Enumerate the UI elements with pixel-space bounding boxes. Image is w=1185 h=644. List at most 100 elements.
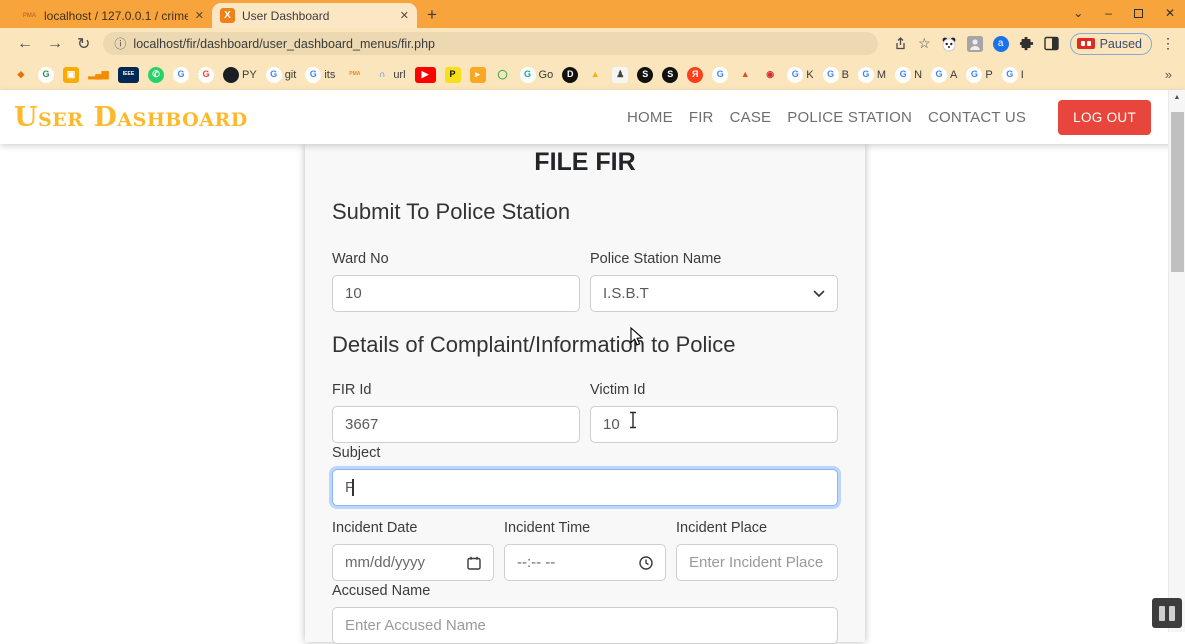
bookmark-google-its-icon[interactable]: Gits — [305, 67, 335, 83]
panda-extension-icon[interactable] — [941, 36, 957, 52]
side-panel-icon[interactable] — [1044, 36, 1059, 51]
nav-item-contact-us[interactable]: CONTACT US — [928, 109, 1026, 126]
tab-phpmyadmin[interactable]: PMA localhost / 127.0.0.1 / crime / acc … — [14, 3, 212, 28]
tab-search-chevron-icon[interactable]: ⌄ — [1073, 6, 1083, 20]
bookmark-google-a-icon[interactable]: GA — [931, 67, 957, 83]
nav-item-fir[interactable]: FIR — [689, 109, 714, 126]
bookmark-youtube-icon[interactable]: ▶ — [415, 67, 436, 83]
a-extension-icon[interactable]: a — [993, 36, 1009, 52]
avatar-extension-icon[interactable] — [967, 36, 983, 52]
scroll-up-icon[interactable]: ▲ — [1169, 90, 1185, 104]
share-icon[interactable] — [893, 36, 908, 51]
reload-button[interactable]: ↻ — [77, 34, 90, 54]
bookmark-eye-icon[interactable]: ◉ — [762, 67, 778, 83]
fir-id-input[interactable] — [332, 406, 580, 443]
bookmark-ring-icon[interactable]: ◯ — [495, 67, 511, 83]
bookmark-github-icon[interactable]: PY — [223, 67, 257, 83]
bookmark-s1-icon[interactable]: S — [637, 67, 653, 83]
bookmark-p-icon[interactable]: P — [445, 67, 461, 83]
bookmark-yandex-icon[interactable]: Я — [687, 67, 703, 83]
scrollbar-thumb[interactable] — [1171, 112, 1184, 272]
bookmark-triangle-icon[interactable]: ▲ — [587, 67, 603, 83]
police-station-select[interactable]: I.S.B.T — [590, 275, 838, 312]
extensions-puzzle-icon[interactable] — [1019, 36, 1034, 51]
mouse-cursor — [630, 327, 644, 352]
s2-icon: S — [662, 67, 678, 83]
bookmark-label: I — [1021, 69, 1024, 81]
bookmark-screener-icon[interactable]: ▣ — [63, 67, 79, 83]
bookmark-label: its — [324, 69, 335, 81]
bookmark-star-icon[interactable]: ☆ — [918, 35, 931, 52]
browser-toolbar: ← → ↻ ⓘ localhost/fir/dashboard/user_das… — [0, 28, 1185, 59]
back-button[interactable]: ← — [17, 35, 33, 53]
nav-item-case[interactable]: CASE — [730, 109, 772, 126]
duck-icon: D — [562, 67, 578, 83]
bookmark-colab-icon[interactable]: ◆ — [13, 67, 29, 83]
bookmark-google-icon-1[interactable]: G — [173, 67, 189, 83]
triangle-icon: ▲ — [587, 67, 603, 83]
bookmark-duck-icon[interactable]: D — [562, 67, 578, 83]
maximize-button[interactable] — [1134, 9, 1143, 18]
recorder-paused-button[interactable]: Paused — [1070, 33, 1152, 55]
bookmark-s2-icon[interactable]: S — [662, 67, 678, 83]
subject-label: Subject — [332, 445, 838, 461]
bookmark-analytics-icon[interactable]: ▂▄▆ — [88, 67, 109, 83]
page-scrollbar[interactable]: ▲ — [1168, 90, 1185, 632]
bookmark-google-icon-3[interactable]: G — [712, 67, 728, 83]
minimize-button[interactable]: – — [1105, 6, 1112, 20]
bookmark-whatsapp-icon[interactable]: ✆ — [148, 67, 164, 83]
bookmark-label: N — [914, 69, 922, 81]
google-its-icon: G — [305, 67, 321, 83]
ward-no-input[interactable] — [332, 275, 580, 312]
logout-button[interactable]: LOG OUT — [1058, 100, 1151, 135]
bookmark-google-p-icon[interactable]: GP — [966, 67, 992, 83]
subject-input[interactable] — [332, 469, 838, 506]
new-tab-button[interactable]: + — [427, 5, 437, 25]
bookmark-gfg-icon[interactable]: G — [38, 67, 54, 83]
p-icon: P — [445, 67, 461, 83]
details-section-heading: Details of Complaint/Information to Poli… — [332, 332, 838, 358]
incident-place-input[interactable] — [676, 544, 838, 581]
recording-pause-button[interactable] — [1152, 598, 1182, 628]
bookmark-google-b-icon[interactable]: GB — [823, 67, 849, 83]
s1-icon: S — [637, 67, 653, 83]
bookmark-google-git-icon[interactable]: Ggit — [266, 67, 297, 83]
bookmark-ieee-icon[interactable]: IEEE — [118, 67, 139, 83]
nav-item-police-station[interactable]: POLICE STATION — [787, 109, 912, 126]
calendar-icon[interactable] — [467, 556, 481, 570]
bookmark-google-m-icon[interactable]: GM — [858, 67, 886, 83]
bookmark-go-icon[interactable]: GGo — [520, 67, 554, 83]
date-placeholder: mm/dd/yyyy — [345, 554, 425, 571]
bookmarks-overflow-icon[interactable]: » — [1165, 67, 1172, 82]
tab-title: localhost / 127.0.0.1 / crime / acc — [44, 9, 188, 23]
accused-name-input[interactable] — [332, 607, 838, 644]
go-icon: G — [520, 67, 536, 83]
nav-item-home[interactable]: HOME — [627, 109, 673, 126]
incident-date-label: Incident Date — [332, 520, 494, 536]
close-window-button[interactable]: ✕ — [1165, 6, 1175, 20]
bookmark-matlab-icon[interactable]: ▲ — [737, 67, 753, 83]
bookmark-url-icon[interactable]: ∩url — [374, 67, 405, 83]
google-p-icon: G — [966, 67, 982, 83]
browser-menu-icon[interactable]: ⋮ — [1161, 35, 1175, 52]
bookmark-google-k-icon[interactable]: GK — [787, 67, 813, 83]
bookmark-person-icon[interactable]: ♟ — [612, 67, 628, 83]
incident-time-input[interactable]: --:-- -- — [504, 544, 666, 581]
bookmark-camera-icon[interactable]: ▸ — [470, 67, 486, 83]
site-info-icon[interactable]: ⓘ — [114, 35, 126, 52]
bookmark-label: K — [806, 69, 813, 81]
tab-user-dashboard[interactable]: X User Dashboard ✕ — [212, 3, 417, 28]
bookmark-google-icon-2[interactable]: G — [198, 67, 214, 83]
address-bar[interactable]: ⓘ localhost/fir/dashboard/user_dashboard… — [103, 32, 878, 55]
bookmark-google-n-icon[interactable]: GN — [895, 67, 922, 83]
bookmark-google-i-icon[interactable]: GI — [1002, 67, 1024, 83]
clock-icon[interactable] — [639, 556, 653, 570]
phpmyadmin-favicon-icon: PMA — [22, 8, 37, 23]
incident-date-input[interactable]: mm/dd/yyyy — [332, 544, 494, 581]
recorder-icon — [1077, 38, 1095, 49]
tab-close-icon[interactable]: ✕ — [400, 9, 409, 22]
github-icon — [223, 67, 239, 83]
forward-button[interactable]: → — [47, 35, 63, 53]
tab-close-icon[interactable]: ✕ — [195, 9, 204, 22]
bookmark-pma-icon[interactable]: PMA — [344, 67, 365, 83]
